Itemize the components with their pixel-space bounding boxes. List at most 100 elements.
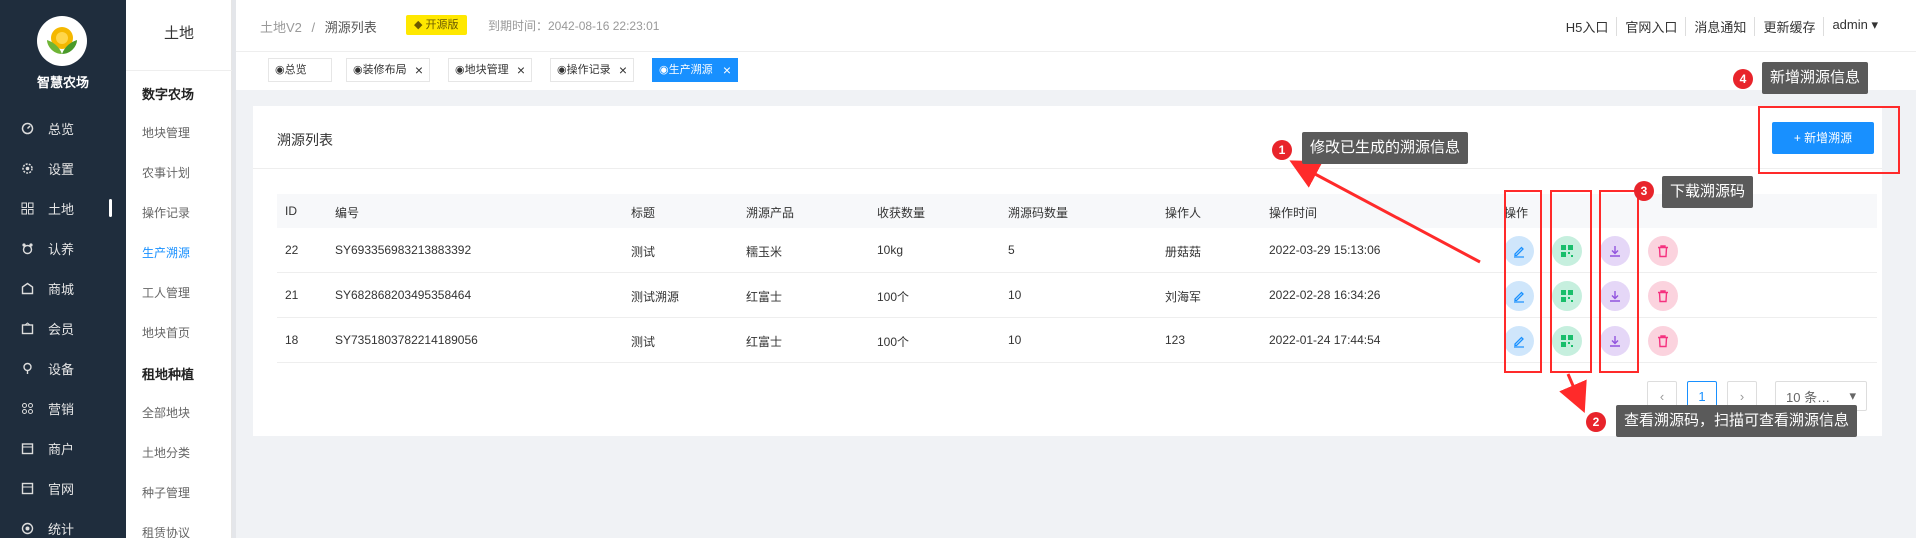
submenu-item-operation-log[interactable]: 操作记录 xyxy=(142,204,190,221)
chevron-down-icon: ▾ xyxy=(1849,388,1856,403)
divider xyxy=(126,70,232,71)
page-tabs: ◉总览 ◉装修布局 × ◉地块管理 × ◉操作记录 × ◉生产溯源 × xyxy=(236,52,1916,90)
tab-label: ◉装修布局 xyxy=(353,64,407,76)
trash-icon xyxy=(1658,335,1668,348)
dashboard-icon xyxy=(20,121,34,135)
submenu-title: 土地 xyxy=(163,25,194,42)
top-links: H5入口 官网入口 消息通知 更新缓存 admin ▾ xyxy=(1558,17,1886,36)
submenu-item-all-plots[interactable]: 全部地块 xyxy=(142,404,190,421)
column-header-operator: 操作人 xyxy=(1165,206,1202,220)
submenu-item-land-category[interactable]: 土地分类 xyxy=(142,444,190,461)
cell-code: SY682868203495358464 xyxy=(335,288,472,302)
top-header: 土地V2 / 溯源列表 ◆ 开源版 到期时间：2042-08-16 22:23:… xyxy=(236,0,1916,52)
submenu-item-farming-plan[interactable]: 农事计划 xyxy=(142,164,190,181)
cell-id: 18 xyxy=(285,333,299,347)
farm-logo xyxy=(37,16,87,66)
close-icon[interactable]: × xyxy=(723,59,731,81)
cell-title: 测试 xyxy=(631,335,656,349)
page-size-value: 10 条… xyxy=(1786,389,1831,405)
shop-icon xyxy=(20,281,34,295)
grid-icon xyxy=(20,201,34,215)
adopt-icon xyxy=(20,241,34,255)
cell-operator: 册菇菇 xyxy=(1165,245,1202,259)
sidebar-item-label: 认养 xyxy=(48,241,75,257)
device-icon xyxy=(20,361,34,375)
website-entry-link[interactable]: 官网入口 xyxy=(1616,17,1685,36)
annotation-box-add xyxy=(1758,106,1900,174)
notifications-link[interactable]: 消息通知 xyxy=(1685,17,1754,36)
annotation-box-edit xyxy=(1504,190,1542,373)
annotation-qr: 查看溯源码，扫描可查看溯源信息 xyxy=(1616,405,1858,437)
tab-decoration[interactable]: ◉装修布局 × xyxy=(346,58,430,82)
sidebar-item-label: 设置 xyxy=(48,161,75,177)
submenu-item-plot-management[interactable]: 地块管理 xyxy=(142,124,190,141)
submenu-group-digital-farm: 数字农场 xyxy=(142,87,195,102)
cell-product: 红富士 xyxy=(746,290,783,304)
gear-icon xyxy=(20,161,34,175)
cell-time: 2022-03-29 15:13:06 xyxy=(1269,243,1381,257)
sidebar-item-settings[interactable]: 设置 xyxy=(0,148,126,188)
sidebar-item-device[interactable]: 设备 xyxy=(0,348,126,388)
delete-button[interactable] xyxy=(1648,281,1678,311)
submenu-item-seeds[interactable]: 种子管理 xyxy=(142,484,190,501)
sidebar-item-label: 设备 xyxy=(48,361,75,377)
breadcrumb: 土地V2 / 溯源列表 xyxy=(260,17,377,36)
submenu-item-lease-agreement[interactable]: 租赁协议 xyxy=(142,524,190,538)
tab-overview[interactable]: ◉总览 xyxy=(268,58,332,82)
trash-icon xyxy=(1658,290,1668,303)
user-menu[interactable]: admin ▾ xyxy=(1823,17,1886,36)
annotation-download: 下载溯源码 xyxy=(1662,176,1754,208)
sidebar-item-overview[interactable]: 总览 xyxy=(0,108,126,148)
cell-id: 21 xyxy=(285,288,299,302)
sidebar-item-adopt[interactable]: 认养 xyxy=(0,228,126,268)
column-header-product: 溯源产品 xyxy=(746,206,795,220)
edition-badge: ◆ 开源版 xyxy=(406,15,467,35)
column-header-time: 操作时间 xyxy=(1269,206,1318,220)
edition-badge-label: 开源版 xyxy=(425,19,459,31)
cell-code-count: 10 xyxy=(1008,288,1022,302)
annotation-box-qr xyxy=(1550,190,1592,373)
tab-traceability[interactable]: ◉生产溯源 × xyxy=(652,58,738,82)
marketing-icon xyxy=(20,401,34,415)
cell-operator: 刘海军 xyxy=(1165,290,1202,304)
column-header-title: 标题 xyxy=(631,206,656,220)
breadcrumb-current: 溯源列表 xyxy=(324,20,377,35)
sidebar-item-label: 会员 xyxy=(48,321,75,337)
column-header-code: 编号 xyxy=(335,206,360,220)
cell-operator: 123 xyxy=(1165,333,1186,347)
sidebar-item-land[interactable]: 土地 xyxy=(0,188,126,228)
tab-label: ◉总览 xyxy=(275,64,307,76)
sidebar-item-stats[interactable]: 统计 xyxy=(0,508,126,538)
sidebar-item-merchant[interactable]: 商户 xyxy=(0,428,126,468)
delete-button[interactable] xyxy=(1648,236,1678,266)
tab-operation-log[interactable]: ◉操作记录 × xyxy=(550,58,634,82)
cell-title: 测试 xyxy=(631,245,656,259)
cell-harvest: 100个 xyxy=(877,290,910,304)
column-header-code-count: 溯源码数量 xyxy=(1008,206,1069,220)
annotation-number-3: 3 xyxy=(1634,181,1654,201)
expire-time: 到期时间：2042-08-16 22:23:01 xyxy=(488,19,660,33)
close-icon[interactable]: × xyxy=(619,59,627,81)
sidebar-item-member[interactable]: 会员 xyxy=(0,308,126,348)
submenu-item-workers[interactable]: 工人管理 xyxy=(142,284,190,301)
h5-entry-link[interactable]: H5入口 xyxy=(1558,17,1617,36)
submenu-item-plot-home[interactable]: 地块首页 xyxy=(142,324,190,341)
column-header-id: ID xyxy=(285,204,297,218)
cell-code: SY693356983213883392 xyxy=(335,243,472,257)
breadcrumb-root[interactable]: 土地V2 xyxy=(260,20,302,35)
sidebar-item-marketing[interactable]: 营销 xyxy=(0,388,126,428)
sidebar-item-website[interactable]: 官网 xyxy=(0,468,126,508)
submenu-item-traceability[interactable]: 生产溯源 xyxy=(142,244,190,261)
annotation-box-download xyxy=(1599,190,1639,373)
breadcrumb-separator: / xyxy=(311,20,316,35)
close-icon[interactable]: × xyxy=(415,59,423,81)
cell-harvest: 10kg xyxy=(877,243,904,257)
sidebar-item-shop[interactable]: 商城 xyxy=(0,268,126,308)
delete-button[interactable] xyxy=(1648,326,1678,356)
close-icon[interactable]: × xyxy=(517,59,525,81)
cell-code: SY7351803782214189056 xyxy=(335,333,478,347)
cell-code-count: 5 xyxy=(1008,243,1015,257)
sidebar-item-label: 官网 xyxy=(48,481,75,497)
tab-plot-management[interactable]: ◉地块管理 × xyxy=(448,58,532,82)
refresh-cache-link[interactable]: 更新缓存 xyxy=(1754,17,1823,36)
